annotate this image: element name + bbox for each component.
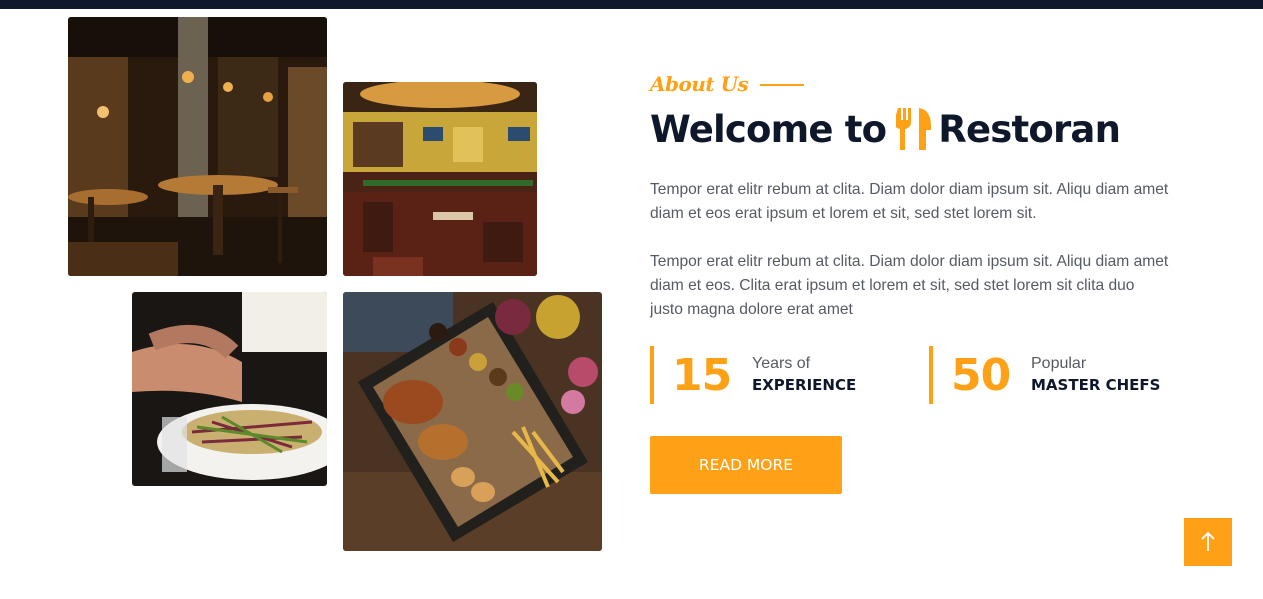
about-paragraph-2: Tempor erat elitr rebum at clita. Diam d… [650, 253, 1169, 318]
title-prefix: Welcome to [650, 107, 887, 151]
brand-name: Restoran [938, 107, 1121, 151]
stat-number: 15 [672, 349, 732, 401]
stat-label-line2: EXPERIENCE [752, 376, 857, 394]
top-bar [0, 0, 1263, 9]
read-more-button[interactable]: READ MORE [650, 436, 842, 494]
food-platter-image [343, 292, 602, 551]
restaurant-interior-image [68, 17, 327, 276]
about-eyebrow-text: About Us [650, 72, 749, 96]
stat-label-line2: MASTER CHEFS [1031, 376, 1161, 394]
stat-label-line1: Popular [1031, 355, 1087, 372]
about-eyebrow: About Us [650, 72, 805, 96]
stat-experience: 15 Years of EXPERIENCE [650, 346, 880, 404]
eyebrow-divider [760, 84, 805, 86]
stat-number: 50 [951, 349, 1011, 401]
salad-image [132, 292, 327, 486]
section-title: Welcome to Restoran [650, 105, 1121, 153]
utensils-icon [896, 108, 932, 150]
stat-label-line1: Years of [752, 355, 811, 372]
dining-room-image [343, 82, 537, 276]
arrow-up-icon [1201, 531, 1215, 551]
about-paragraph-1: Tempor erat elitr rebum at clita. Diam d… [650, 181, 1169, 222]
stat-master-chefs: 50 Popular MASTER CHEFS [929, 346, 1169, 404]
back-to-top-button[interactable] [1184, 518, 1232, 566]
